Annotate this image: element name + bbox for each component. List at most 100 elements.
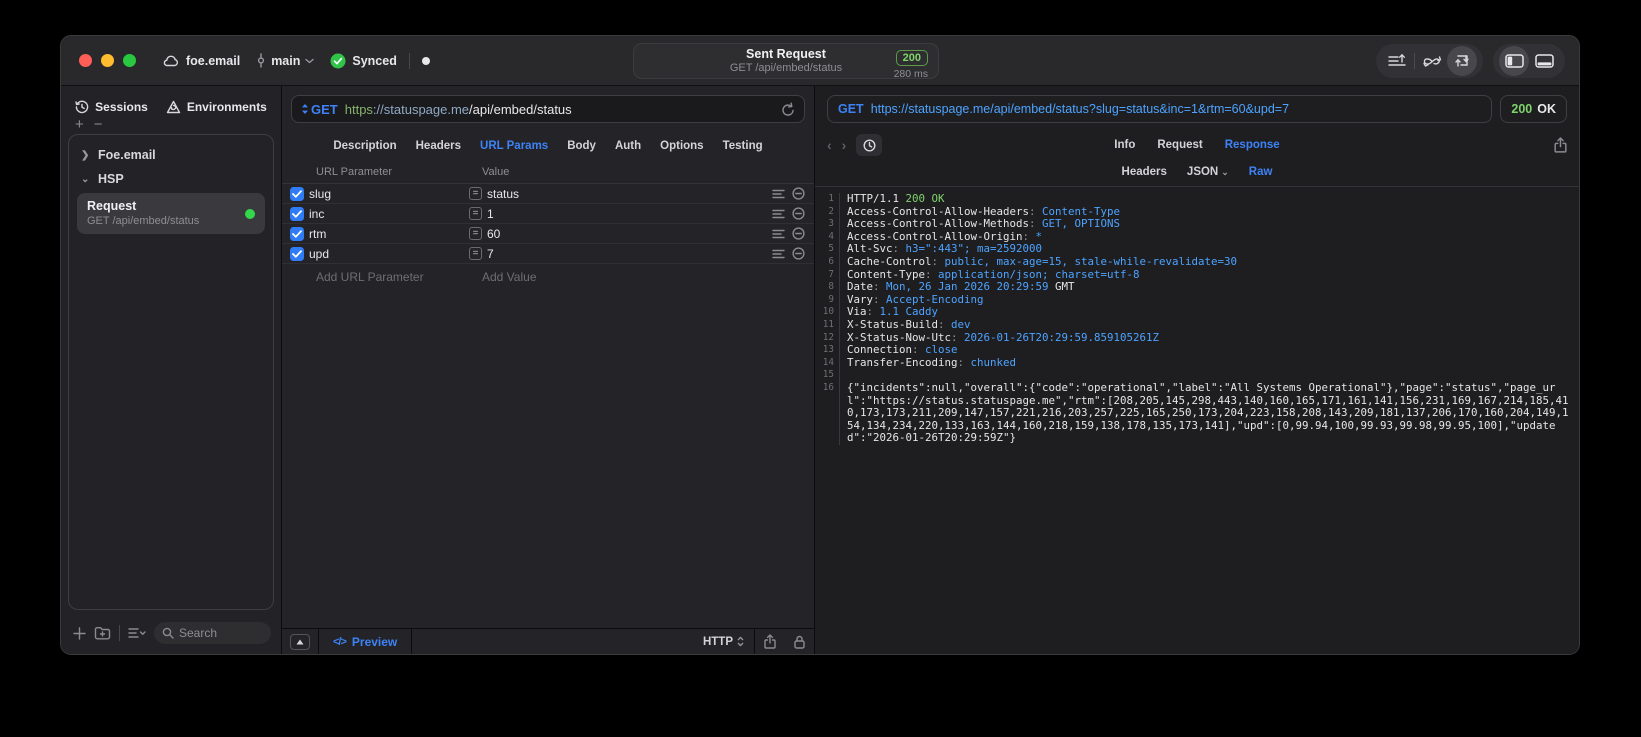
- method-selector[interactable]: GET: [301, 102, 338, 117]
- remove-param-button[interactable]: [788, 247, 808, 260]
- branch-menu[interactable]: main: [256, 53, 315, 68]
- request-tab-auth[interactable]: Auth: [615, 140, 641, 152]
- sidebar-tab-environments[interactable]: Environments: [166, 100, 267, 114]
- request-success-dot: [245, 208, 255, 219]
- param-format-button[interactable]: [768, 189, 788, 199]
- sidebar-tab-sessions[interactable]: Sessions: [75, 100, 148, 114]
- request-editor-pane: GET https://statuspage.me/api/embed/stat…: [282, 86, 815, 654]
- history-forward-button[interactable]: ›: [842, 137, 847, 153]
- share-request-button[interactable]: [755, 634, 785, 649]
- param-row[interactable]: slug = status: [282, 184, 814, 204]
- sync-flow-button[interactable]: [1417, 46, 1447, 76]
- tree-group-hsp[interactable]: ⌄ HSP: [73, 167, 269, 191]
- new-folder-icon[interactable]: [94, 626, 111, 640]
- param-name-field[interactable]: rtm: [309, 227, 469, 241]
- request-url-input[interactable]: https://statuspage.me/api/embed/status: [345, 102, 781, 117]
- clock-icon: [863, 138, 876, 152]
- add-value-button[interactable]: Add Value: [482, 270, 537, 284]
- text-lines-icon: [771, 189, 785, 198]
- request-queue-button[interactable]: [1382, 46, 1412, 76]
- response-tab-request[interactable]: Request: [1157, 139, 1202, 151]
- param-format-button[interactable]: [768, 209, 788, 219]
- share-response-button[interactable]: [1554, 137, 1567, 153]
- request-item-subtitle: GET /api/embed/status: [87, 215, 200, 227]
- response-body[interactable]: 1 HTTP/1.1 200 OK 2 Access-Control-Allow-He…: [815, 187, 1579, 654]
- import-export-button[interactable]: [1447, 46, 1477, 76]
- response-tab-response[interactable]: Response: [1225, 139, 1280, 151]
- param-value-field[interactable]: 60: [487, 227, 768, 241]
- minimize-window-button[interactable]: [101, 54, 114, 67]
- response-subtab-raw[interactable]: Raw: [1249, 166, 1273, 178]
- tree-group-label: Foe.email: [98, 148, 156, 162]
- titlebar: foe.email main Synced Sent Request GET /…: [61, 36, 1579, 86]
- add-url-parameter-button[interactable]: Add URL Parameter: [316, 270, 482, 284]
- param-enabled-checkbox[interactable]: [290, 186, 304, 201]
- sync-status[interactable]: Synced: [330, 53, 397, 69]
- add-request-icon[interactable]: [73, 626, 86, 640]
- param-name-field[interactable]: slug: [309, 187, 469, 201]
- request-item-title: Request: [87, 199, 137, 213]
- param-enabled-checkbox[interactable]: [290, 226, 304, 241]
- request-list-item-selected[interactable]: Request GET /api/embed/status: [77, 193, 265, 234]
- request-tab-headers[interactable]: Headers: [416, 140, 461, 152]
- param-format-button[interactable]: [768, 229, 788, 239]
- response-subtab-json[interactable]: JSON ⌄: [1187, 166, 1229, 178]
- response-subtab-headers[interactable]: Headers: [1122, 166, 1167, 178]
- param-format-button[interactable]: [768, 249, 788, 259]
- history-button[interactable]: [856, 134, 883, 156]
- param-value-field[interactable]: 1: [487, 207, 768, 221]
- footer-separator: [119, 625, 120, 641]
- request-tab-testing[interactable]: Testing: [723, 140, 763, 152]
- sidebar-search[interactable]: Search: [154, 622, 271, 644]
- sent-request-url[interactable]: GET https://statuspage.me/api/embed/stat…: [827, 95, 1493, 123]
- history-back-button[interactable]: ‹: [827, 137, 832, 153]
- branch-name: main: [271, 53, 301, 68]
- param-row[interactable]: rtm = 60: [282, 224, 814, 244]
- add-param-row: Add URL Parameter Add Value: [282, 264, 814, 290]
- param-row[interactable]: upd = 7: [282, 244, 814, 264]
- zoom-window-button[interactable]: [123, 54, 136, 67]
- request-url-bar[interactable]: GET https://statuspage.me/api/embed/stat…: [291, 95, 805, 123]
- sort-options-icon[interactable]: [128, 627, 146, 639]
- preview-button[interactable]: </> Preview: [319, 635, 411, 649]
- remove-session-button[interactable]: −: [94, 117, 103, 132]
- sent-request-subtitle: GET /api/embed/status: [729, 62, 843, 74]
- share-icon: [1554, 137, 1567, 153]
- resend-refresh-icon[interactable]: [781, 102, 795, 117]
- param-enabled-checkbox[interactable]: [290, 246, 304, 261]
- param-name-field[interactable]: inc: [309, 207, 469, 221]
- sent-method-label: GET: [838, 102, 864, 116]
- lock-button[interactable]: [785, 635, 814, 649]
- tree-group-foe-email[interactable]: ❯ Foe.email: [73, 143, 269, 167]
- protocol-selector[interactable]: HTTP: [693, 636, 754, 648]
- sent-request-summary[interactable]: Sent Request GET /api/embed/status 200 2…: [633, 43, 939, 80]
- text-lines-icon: [771, 249, 785, 258]
- toggle-bottom-panel-button[interactable]: [1529, 46, 1559, 76]
- param-name-field[interactable]: upd: [309, 247, 469, 261]
- param-value-field[interactable]: 7: [487, 247, 768, 261]
- param-enabled-checkbox[interactable]: [290, 206, 304, 221]
- minus-circle-icon: [791, 207, 805, 220]
- search-icon: [162, 627, 174, 639]
- add-session-button[interactable]: +: [75, 117, 84, 132]
- response-tab-info[interactable]: Info: [1114, 139, 1135, 151]
- expand-console-button[interactable]: [290, 633, 310, 650]
- close-window-button[interactable]: [79, 54, 92, 67]
- toggle-sidebar-button[interactable]: [1499, 46, 1529, 76]
- remove-param-button[interactable]: [788, 187, 808, 200]
- app-window: foe.email main Synced Sent Request GET /…: [60, 35, 1580, 655]
- param-value-field[interactable]: status: [487, 187, 768, 201]
- text-lines-icon: [771, 229, 785, 238]
- request-tab-body[interactable]: Body: [567, 140, 596, 152]
- checkmark-icon: [292, 249, 302, 258]
- remove-param-button[interactable]: [788, 207, 808, 220]
- request-tab-description[interactable]: Description: [333, 140, 396, 152]
- param-row[interactable]: inc = 1: [282, 204, 814, 224]
- project-menu[interactable]: foe.email: [162, 54, 240, 68]
- project-name: foe.email: [186, 53, 241, 68]
- remove-param-button[interactable]: [788, 227, 808, 240]
- sync-status-label: Synced: [352, 53, 397, 68]
- request-tab-url-params[interactable]: URL Params: [480, 140, 548, 152]
- equals-icon: =: [469, 227, 482, 240]
- request-tab-options[interactable]: Options: [660, 140, 703, 152]
